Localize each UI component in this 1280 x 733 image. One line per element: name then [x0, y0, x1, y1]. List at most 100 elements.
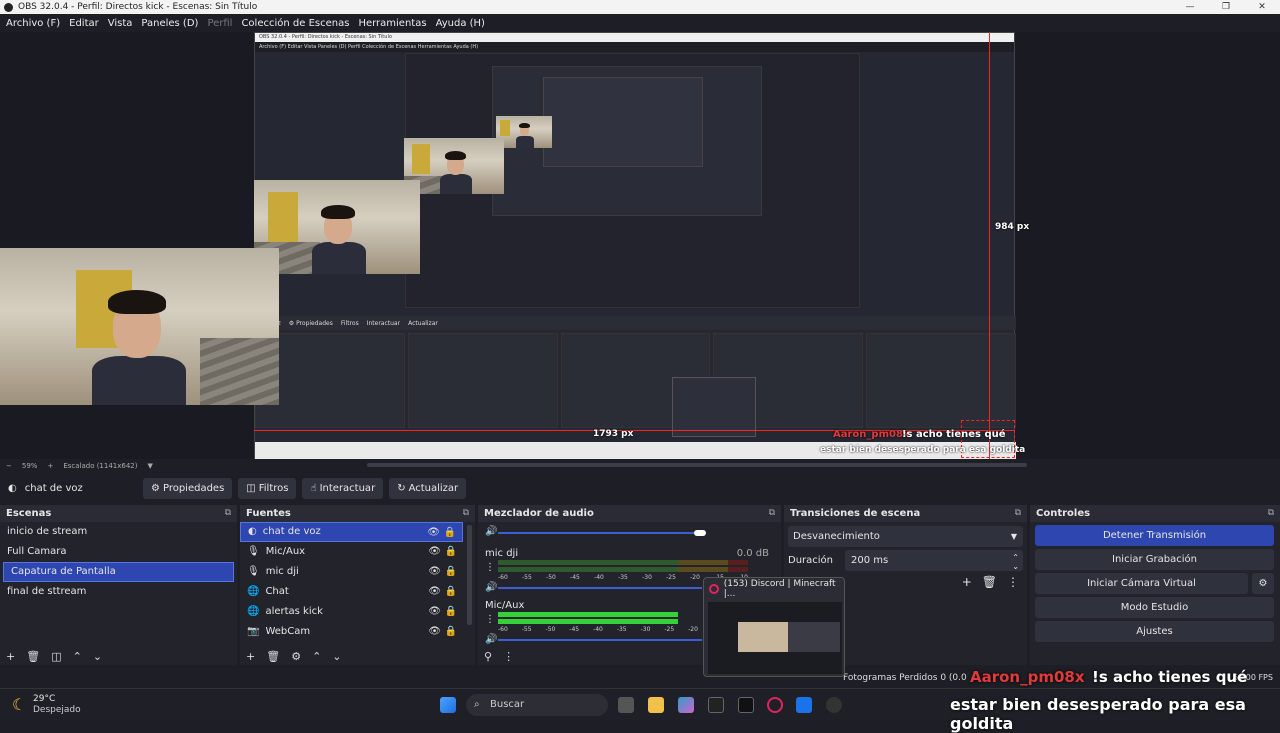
scene-item[interactable]: Full Camara: [0, 542, 237, 562]
lock-icon[interactable]: 🔒: [444, 523, 456, 543]
zoom-in-icon[interactable]: +: [47, 462, 53, 470]
undock-icon[interactable]: ⧉: [463, 505, 469, 522]
speaker-icon[interactable]: 🔊: [485, 634, 497, 645]
source-item[interactable]: 📷 WebCam 👁 🔒: [240, 622, 463, 642]
undock-icon[interactable]: ⧉: [1268, 505, 1274, 522]
menu-view[interactable]: Vista: [108, 18, 133, 29]
camera-icon: 📷: [247, 626, 260, 637]
trash-icon[interactable]: 🗑: [26, 650, 40, 663]
settings-button[interactable]: Ajustes: [1035, 621, 1274, 642]
filter-icon[interactable]: ◫: [51, 650, 61, 663]
menu-edit[interactable]: Editar: [69, 18, 99, 29]
preview-area[interactable]: OBS 32.0.4 - Perfil: Directos kick - Esc…: [0, 32, 1280, 459]
lock-icon[interactable]: 🔒: [445, 602, 457, 622]
preview-scrollbar[interactable]: [367, 463, 1027, 467]
add-icon[interactable]: +: [246, 650, 255, 663]
eye-icon[interactable]: 👁: [428, 602, 441, 622]
lock-icon[interactable]: 🔒: [445, 542, 457, 562]
zoom-out-icon[interactable]: −: [6, 462, 12, 470]
menu-tools[interactable]: Herramientas: [358, 18, 426, 29]
scene-item[interactable]: final de sttream: [0, 582, 237, 602]
scene-item[interactable]: inicio de stream: [0, 522, 237, 542]
menu-file[interactable]: Archivo (F): [6, 18, 60, 29]
speaker-icon[interactable]: 🔊: [485, 526, 497, 537]
gear-icon[interactable]: ⚙: [291, 650, 301, 663]
weather-desc[interactable]: Despejado: [33, 705, 81, 715]
discord-thumbnail-window[interactable]: (153) Discord | Minecraft |...: [703, 577, 845, 677]
eye-icon[interactable]: 👁: [428, 562, 441, 582]
move-up-icon[interactable]: ⌃: [312, 650, 321, 663]
eye-icon[interactable]: 👁: [428, 582, 441, 602]
eye-icon[interactable]: 👁: [427, 523, 440, 543]
source-item[interactable]: 🎙 mic dji 👁 🔒: [240, 562, 463, 582]
interact-button[interactable]: ☝ Interactuar: [302, 477, 384, 499]
taskbar-search[interactable]: ⌕ Buscar: [466, 694, 608, 716]
channel-menu-icon[interactable]: ⋮: [485, 614, 495, 625]
add-icon[interactable]: +: [962, 575, 972, 589]
scene-item-selected[interactable]: Capatura de Pantalla: [3, 562, 234, 582]
weather-temp[interactable]: 29°C: [33, 694, 55, 704]
stop-stream-button[interactable]: Detener Transmisión: [1035, 525, 1274, 546]
volume-slider[interactable]: [498, 532, 702, 534]
obs-studio-icon[interactable]: [826, 697, 842, 713]
undock-icon[interactable]: ⧉: [225, 505, 231, 522]
volume-knob[interactable]: [694, 530, 706, 536]
source-toolbar: ◐ chat de voz ⚙ Propiedades ◫ Filtros ☝ Int…: [0, 473, 1280, 503]
copilot-icon[interactable]: [678, 697, 694, 713]
mixer-menu-icon[interactable]: ⋮: [503, 650, 514, 663]
opera-gx-icon[interactable]: [767, 697, 783, 713]
eye-icon[interactable]: 👁: [428, 542, 441, 562]
source-item[interactable]: 🌐 alertas kick 👁 🔒: [240, 602, 463, 622]
add-icon[interactable]: +: [6, 650, 15, 663]
move-down-icon[interactable]: ⌄: [332, 650, 341, 663]
menu-help[interactable]: Ayuda (H): [436, 18, 485, 29]
link-icon[interactable]: ⚲: [484, 650, 492, 663]
channel-menu-icon[interactable]: ⋮: [485, 562, 495, 573]
virtual-camera-settings-icon[interactable]: ⚙: [1252, 573, 1274, 594]
refresh-icon: ↻: [397, 482, 406, 494]
task-view-icon[interactable]: [618, 697, 634, 713]
transition-select[interactable]: Desvanecimiento ▼: [788, 526, 1023, 547]
stepper-down-icon[interactable]: ⌄: [1012, 556, 1019, 577]
maximize-button[interactable]: ❐: [1208, 0, 1244, 14]
transition-menu-icon[interactable]: ⋮: [1007, 575, 1019, 589]
transition-selected: Desvanecimiento: [793, 531, 880, 542]
close-button[interactable]: ✕: [1244, 0, 1280, 14]
eye-icon[interactable]: 👁: [428, 622, 441, 642]
channel-name: Mic/Aux: [485, 600, 525, 611]
sources-header: Fuentes ⧉: [240, 505, 475, 522]
minimize-button[interactable]: —: [1172, 0, 1208, 14]
studio-mode-button[interactable]: Modo Estudio: [1035, 597, 1274, 618]
volume-slider[interactable]: [498, 587, 702, 589]
source-item[interactable]: 🌐 Chat 👁 🔒: [240, 582, 463, 602]
zoom-dropdown-icon[interactable]: ▼: [148, 462, 153, 470]
capcut-icon[interactable]: [708, 697, 724, 713]
source-item[interactable]: 🎙 Mic/Aux 👁 🔒: [240, 542, 463, 562]
lock-icon[interactable]: 🔒: [445, 622, 457, 642]
trash-icon[interactable]: 🗑: [982, 575, 997, 589]
menu-profile[interactable]: Perfil: [207, 18, 232, 29]
windows-start-icon[interactable]: [440, 697, 456, 713]
menu-scene-collection[interactable]: Colección de Escenas: [241, 18, 349, 29]
source-item-selected[interactable]: ◐ chat de voz 👁 🔒: [240, 522, 463, 542]
sources-scrollbar[interactable]: [467, 525, 472, 625]
epic-games-icon[interactable]: [738, 697, 754, 713]
speaker-icon[interactable]: 🔊: [485, 582, 497, 593]
move-down-icon[interactable]: ⌄: [93, 650, 102, 663]
lock-icon[interactable]: 🔒: [445, 582, 457, 602]
undock-icon[interactable]: ⧉: [1015, 505, 1021, 522]
trash-icon[interactable]: 🗑: [266, 650, 280, 663]
volume-slider[interactable]: [498, 639, 702, 641]
lock-icon[interactable]: 🔒: [445, 562, 457, 582]
duration-input[interactable]: 200 ms ⌃ ⌄: [845, 550, 1023, 571]
move-up-icon[interactable]: ⌃: [73, 650, 82, 663]
file-explorer-icon[interactable]: [648, 697, 664, 713]
start-virtual-camera-button[interactable]: Iniciar Cámara Virtual: [1035, 573, 1248, 594]
start-recording-button[interactable]: Iniciar Grabación: [1035, 549, 1274, 570]
refresh-button[interactable]: ↻ Actualizar: [389, 477, 467, 499]
undock-icon[interactable]: ⧉: [769, 505, 775, 522]
app-icon[interactable]: [796, 697, 812, 713]
menu-docks[interactable]: Paneles (D): [141, 18, 198, 29]
filters-button[interactable]: ◫ Filtros: [238, 477, 297, 499]
properties-button[interactable]: ⚙ Propiedades: [143, 477, 233, 499]
